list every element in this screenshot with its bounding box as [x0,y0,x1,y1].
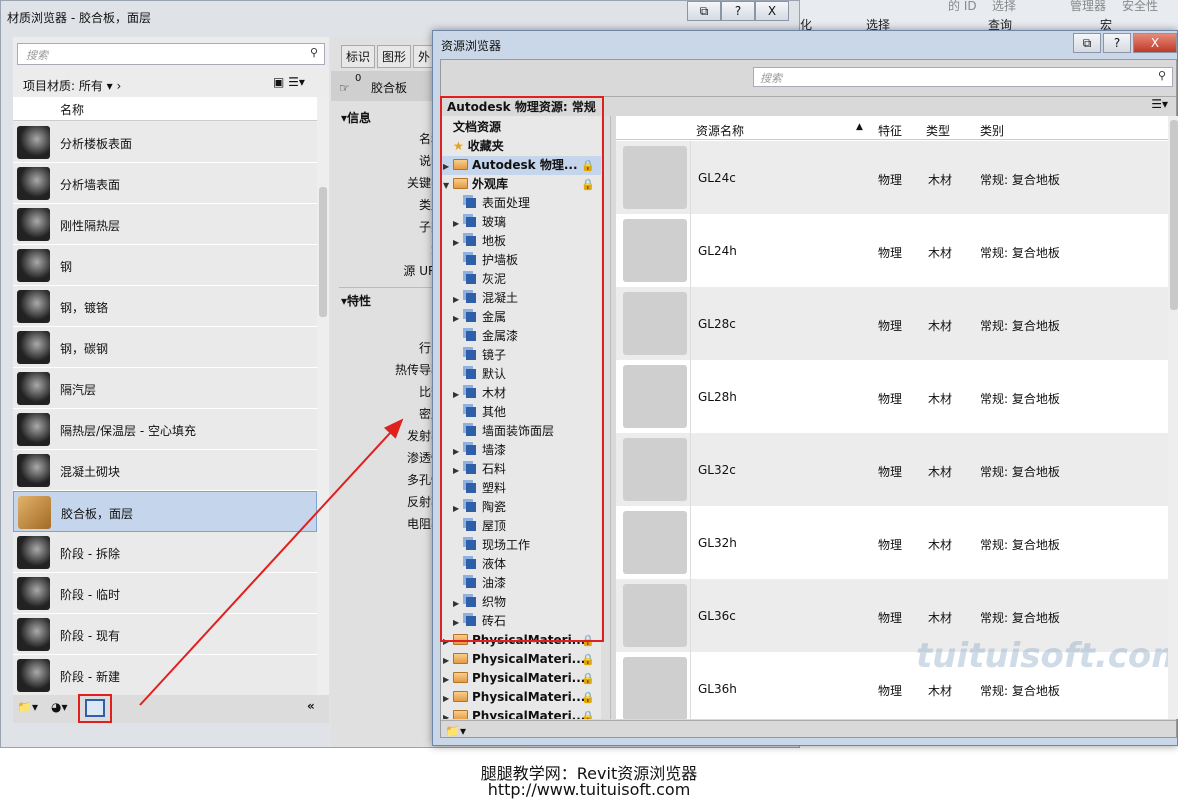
annotation-arrow [139,418,404,706]
caption-line2[interactable]: http://www.tuituisoft.com [0,780,1178,799]
